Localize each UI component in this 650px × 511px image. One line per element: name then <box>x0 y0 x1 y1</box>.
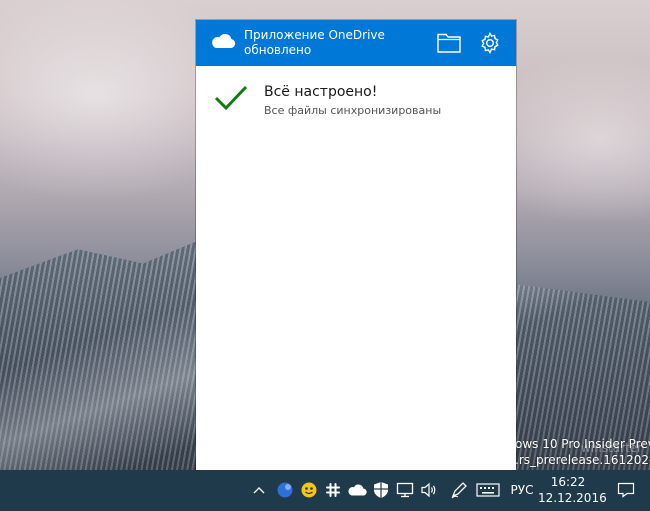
clock[interactable]: 16:22 12.12.2016 <box>538 474 607 506</box>
defender-tray-icon[interactable] <box>370 479 392 501</box>
blue-app-tray-icon[interactable] <box>274 479 296 501</box>
volume-tray-icon[interactable] <box>418 479 440 501</box>
status-subtitle: Все файлы синхронизированы <box>264 104 442 117</box>
defender-icon <box>374 482 388 498</box>
watermark: winstarter <box>580 441 642 455</box>
gear-icon <box>481 32 499 54</box>
show-hidden-icons-button[interactable] <box>250 479 268 501</box>
taskbar: РУС 16:22 12.12.2016 <box>0 470 650 511</box>
onedrive-cloud-icon <box>210 32 236 54</box>
volume-icon <box>421 482 436 498</box>
onedrive-icon <box>348 484 367 496</box>
status-title: Всё настроено! <box>264 84 378 100</box>
touch-keyboard-button[interactable] <box>474 479 502 501</box>
open-folder-button[interactable] <box>436 31 462 55</box>
action-center-button[interactable] <box>612 479 640 501</box>
notification-icon <box>617 482 635 498</box>
input-language[interactable]: РУС <box>506 479 538 501</box>
emoji-app-icon <box>301 482 317 498</box>
emoji-app-tray-icon[interactable] <box>298 479 320 501</box>
onedrive-flyout: Приложение OneDrive обновлено Всё настро… <box>196 20 516 470</box>
flyout-header: Приложение OneDrive обновлено <box>196 20 516 66</box>
keyboard-icon <box>476 483 500 497</box>
pen-icon <box>451 482 467 499</box>
windows-ink-button[interactable] <box>448 479 470 501</box>
network-icon <box>396 482 414 498</box>
slack-icon <box>326 483 340 497</box>
build-info-line2: .rs_prerelease.161202-1928 <box>515 453 650 467</box>
header-title-line1: Приложение OneDrive <box>244 28 385 42</box>
clock-time: 16:22 <box>550 475 586 489</box>
settings-button[interactable] <box>477 30 503 56</box>
checkmark-icon <box>214 84 248 116</box>
slack-tray-icon[interactable] <box>322 479 344 501</box>
chevron-up-icon <box>253 487 265 494</box>
header-title-line2: обновлено <box>244 43 312 57</box>
update-notice: Приложение OneDrive обновлено <box>244 28 385 58</box>
folder-icon <box>437 33 461 53</box>
clock-date: 12.12.2016 <box>538 491 607 505</box>
onedrive-tray-icon[interactable] <box>346 479 368 501</box>
network-tray-icon[interactable] <box>394 479 416 501</box>
blue-app-icon <box>277 482 293 498</box>
